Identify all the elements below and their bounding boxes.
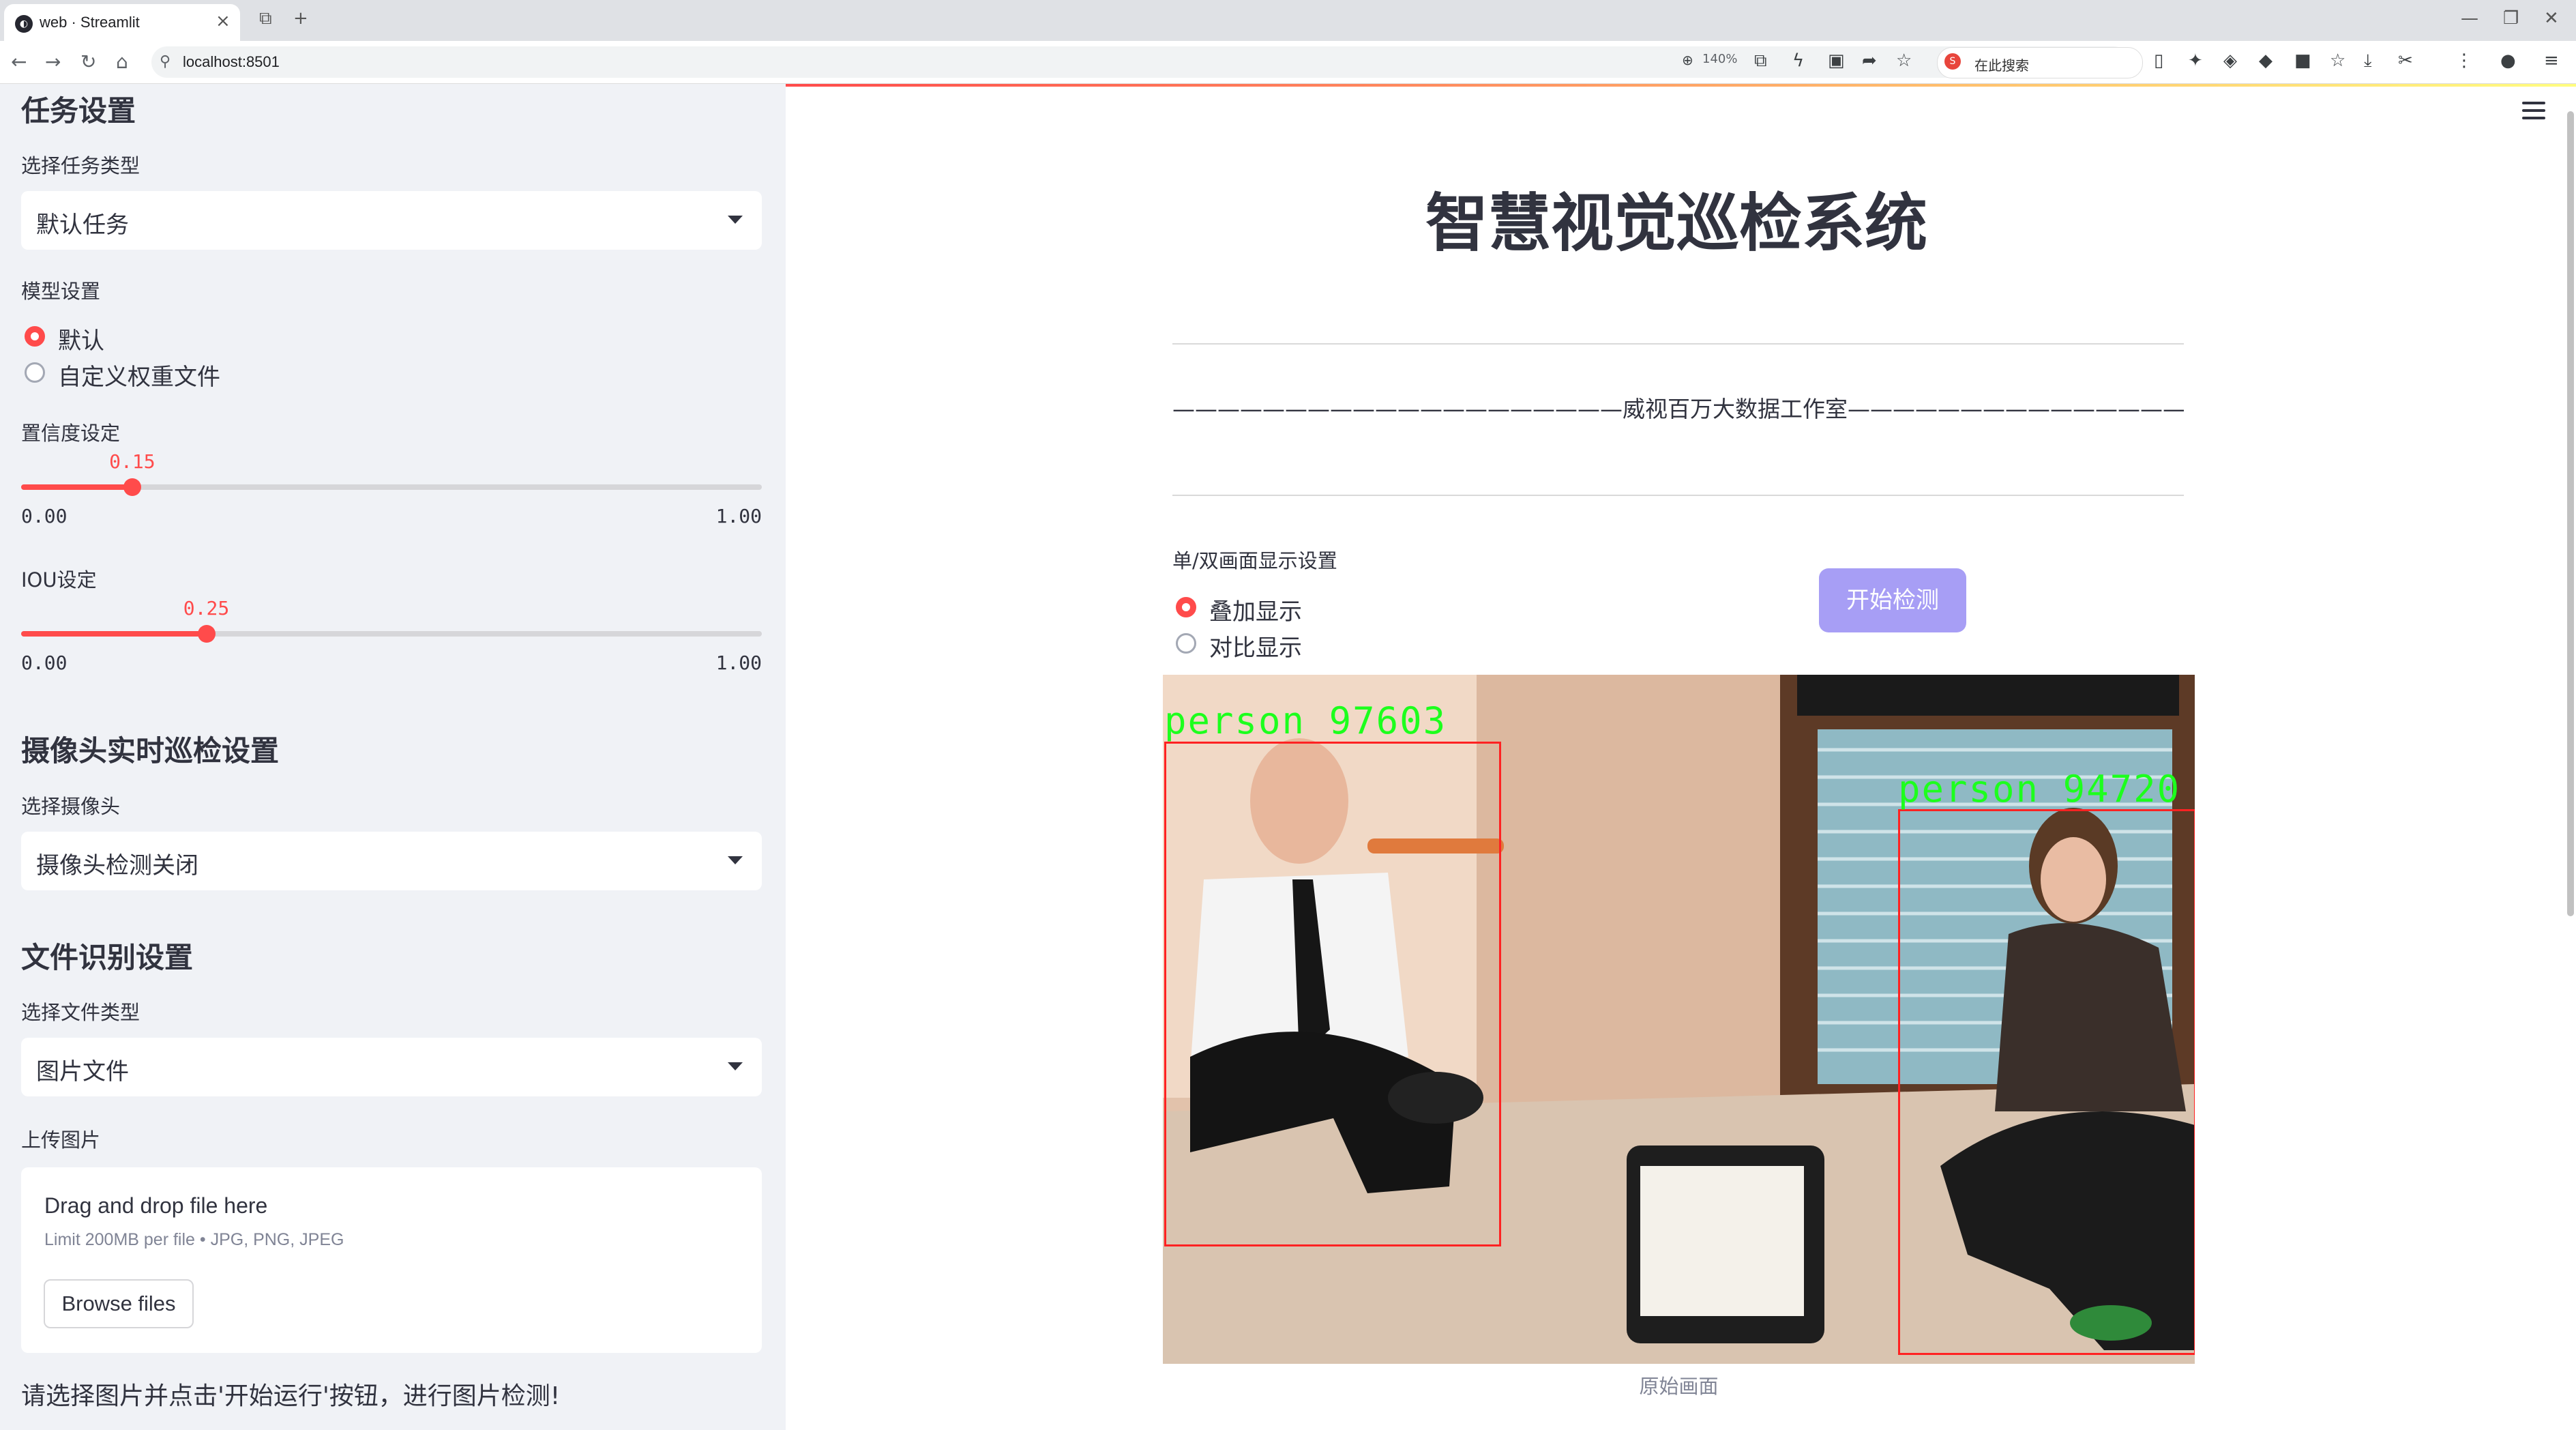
search-engine-icon: S [1944,53,1961,70]
detection-box [1164,742,1501,1246]
detection-image: person 97603 person 94720 [1163,675,2195,1364]
sidebar: 任务设置 选择任务类型 默认任务 模型设置 默认 自定义权重文件 置信度设定 0… [0,84,786,1430]
radio-unchecked-icon[interactable] [1176,633,1196,654]
window-close-icon[interactable]: ✕ [2544,8,2559,29]
home-icon[interactable]: ⌂ [116,50,128,73]
page-title: 智慧视觉巡检系统 [1425,187,1927,260]
slider-current-value: 0.25 [183,597,230,619]
chevron-down-icon [728,1062,743,1070]
display-mode-label: 单/双画面显示设置 [1172,549,1337,572]
decoration-bar [786,84,2576,87]
confidence-slider[interactable]: 0.15 0.00 1.00 [21,450,762,531]
radio-label: 叠加显示 [1209,598,1302,626]
browser-search-box[interactable]: S 在此搜索 [1937,47,2143,78]
browser-tab[interactable]: ◐ web · Streamlit × [4,4,240,41]
file-type-value: 图片文件 [36,1058,129,1085]
extension-icon[interactable]: ◆ [2259,50,2272,71]
share-icon[interactable]: ➦ [1862,50,1877,71]
model-settings-label: 模型设置 [21,280,101,303]
camera-select-label: 选择摄像头 [21,795,121,818]
iou-slider[interactable]: 0.25 0.00 1.00 [21,597,762,677]
slider-fill [21,631,207,637]
confidence-label: 置信度设定 [21,422,121,445]
phone-icon[interactable]: ▯ [2154,50,2163,71]
chevron-down-icon [728,856,743,864]
file-type-label: 选择文件类型 [21,1001,140,1024]
extension-icon[interactable]: ✦ [2188,50,2203,71]
close-tab-icon[interactable]: × [216,11,231,31]
bookmark-star-icon[interactable]: ☆ [1896,50,1912,71]
browser-menu-icon[interactable]: ≡ [2544,50,2559,71]
detection-label: person 94720 [1898,768,2181,811]
camera-select-value: 摄像头检测关闭 [36,852,198,879]
image-caption: 原始画面 [1639,1375,1719,1398]
translate-icon[interactable]: ⧉ [1754,50,1767,72]
zoom-icon[interactable]: ⊕ [1682,52,1693,68]
forward-icon[interactable]: → [45,50,61,73]
slider-min: 0.00 [21,652,68,674]
favorites-icon[interactable]: ☆ [2330,50,2345,71]
minimize-icon[interactable]: — [2461,8,2478,29]
camera-select[interactable]: 摄像头检测关闭 [21,832,762,890]
address-bar-row: ← → ↻ ⌂ ⚲ localhost:8501 ⊕ 140% ⧉ ϟ ▣ ➦ … [0,41,2576,84]
radio-label: 对比显示 [1209,634,1302,662]
extension-icon[interactable]: ■ [2294,50,2311,71]
radio-label: 默认 [58,327,104,355]
scrollbar[interactable] [2567,111,2574,916]
task-type-label: 选择任务类型 [21,154,140,177]
slider-thumb[interactable] [123,478,141,496]
radio-label: 自定义权重文件 [58,364,220,391]
site-info-icon[interactable]: ⚲ [160,53,171,70]
task-type-value: 默认任务 [36,211,129,239]
browse-files-button[interactable]: Browse files [44,1279,194,1328]
tab-list-icon[interactable]: ⧉ [259,8,272,29]
dropzone-limit-text: Limit 200MB per file • JPG, PNG, JPEG [44,1230,344,1249]
back-icon[interactable]: ← [11,50,27,73]
instruction-text: 请选择图片并点击'开始运行'按钮，进行图片检测! [21,1382,561,1410]
avatar[interactable]: ● [2500,50,2516,71]
file-settings-heading: 文件识别设置 [21,941,194,974]
slider-min: 0.00 [21,505,68,527]
radio-checked-icon[interactable] [25,326,45,347]
search-placeholder: 在此搜索 [1974,57,2029,74]
camera-settings-heading: 摄像头实时巡检设置 [21,734,280,768]
new-tab-icon[interactable]: + [293,8,308,29]
dropzone-text: Drag and drop file here [44,1193,268,1218]
tab-title: web · Streamlit [40,14,140,31]
download-icon[interactable]: ⤓ [2364,50,2372,72]
slider-fill [21,484,132,490]
restore-icon[interactable]: ❐ [2503,8,2519,29]
url-text: localhost:8501 [183,53,280,70]
detection-label: person 97603 [1164,699,1447,742]
iou-label: IOU设定 [21,568,97,592]
file-type-select[interactable]: 图片文件 [21,1038,762,1096]
slider-max: 1.00 [715,505,762,527]
capture-icon[interactable]: ▣ [1828,50,1845,71]
upload-label: 上传图片 [21,1128,101,1152]
chevron-down-icon [728,216,743,224]
radio-unchecked-icon[interactable] [25,362,45,383]
extension-icon[interactable]: ◈ [2223,50,2237,71]
slider-max: 1.00 [715,652,762,674]
reload-icon[interactable]: ↻ [80,50,96,73]
main-content: 智慧视觉巡检系统 ————————————————————威视百万大数据工作室—… [786,84,2576,1430]
more-icon[interactable]: ⋮ [2455,50,2473,71]
radio-checked-icon[interactable] [1176,597,1196,617]
detection-box [1898,809,2195,1355]
task-type-select[interactable]: 默认任务 [21,191,762,250]
subtitle-text: ————————————————————威视百万大数据工作室——————————… [1172,396,2184,422]
lightning-icon[interactable]: ϟ [1792,50,1804,71]
task-settings-heading: 任务设置 [21,94,136,128]
browser-tab-bar: ◐ web · Streamlit × ⧉ + — ❐ ✕ [0,0,2576,41]
slider-thumb[interactable] [197,625,216,643]
streamlit-favicon-icon: ◐ [15,15,33,33]
cut-icon[interactable]: ✂ [2398,50,2413,71]
divider [1172,495,2184,496]
divider [1172,343,2184,345]
file-dropzone[interactable]: Drag and drop file here Limit 200MB per … [21,1167,762,1353]
zoom-level[interactable]: 140% [1702,52,1737,66]
slider-current-value: 0.15 [109,450,156,473]
hamburger-menu-icon[interactable] [2522,102,2545,121]
start-detection-button[interactable]: 开始检测 [1819,568,1966,632]
